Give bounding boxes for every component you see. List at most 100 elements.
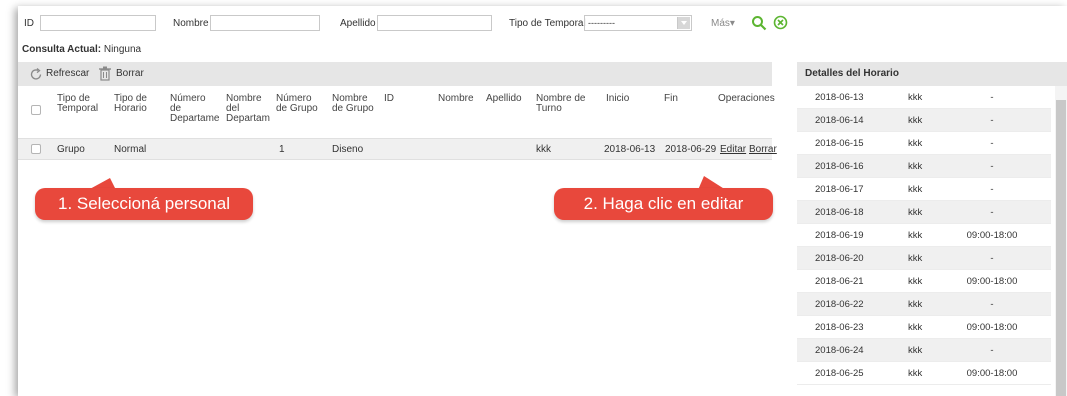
- tipo-temporal-select[interactable]: ---------: [584, 15, 692, 31]
- details-scrollbar[interactable]: [1055, 86, 1067, 396]
- detail-date: 2018-06-22: [815, 299, 864, 310]
- callout-click-edit: 2. Haga clic en editar: [554, 188, 773, 220]
- column-header-line: de Grupo: [332, 103, 374, 114]
- detail-time: -: [990, 161, 994, 172]
- cell-horario: Normal: [114, 144, 147, 155]
- column-header-line: Inicio: [606, 93, 630, 104]
- detail-turno: kkk: [908, 230, 923, 241]
- callout-select-personal: 1. Seleccioná personal: [35, 188, 253, 220]
- app-window: ID Nombre Apellido Tipo de Temporal ----…: [18, 6, 1067, 396]
- apellido-label: Apellido: [340, 18, 376, 29]
- column-header-line: Operaciones: [718, 93, 775, 104]
- column-header[interactable]: Apellido: [486, 94, 522, 104]
- detail-date: 2018-06-20: [815, 253, 864, 264]
- detail-time: -: [990, 138, 994, 149]
- tipo-temporal-value: ---------: [588, 18, 615, 28]
- column-header-line: Temporal: [57, 103, 99, 114]
- column-header-line: Horario: [114, 103, 147, 114]
- detail-time: 09:00-18:00: [966, 276, 1018, 287]
- detail-time: -: [990, 207, 994, 218]
- detail-time: 09:00-18:00: [966, 230, 1018, 241]
- schedule-detail-row: 2018-06-17 kkk -: [797, 178, 1051, 201]
- schedule-detail-row: 2018-06-19 kkk 09:00-18:00: [797, 224, 1051, 247]
- column-header-line: Departam: [226, 113, 270, 124]
- column-header[interactable]: Inicio: [606, 94, 629, 104]
- column-header[interactable]: Operaciones: [718, 94, 775, 104]
- id-label: ID: [24, 18, 34, 29]
- delete-button[interactable]: Borrar: [116, 68, 144, 79]
- edit-link[interactable]: Editar: [720, 144, 746, 155]
- schedule-detail-row: 2018-06-25 kkk 09:00-18:00: [797, 362, 1051, 385]
- detail-turno: kkk: [908, 345, 923, 356]
- detail-turno: kkk: [908, 92, 923, 103]
- refresh-button[interactable]: Refrescar: [46, 68, 89, 79]
- column-header-line: de Grupo: [276, 103, 318, 114]
- column-header-line: Apellido: [486, 93, 522, 104]
- schedule-detail-row: 2018-06-24 kkk -: [797, 339, 1051, 362]
- detail-time: 09:00-18:00: [966, 368, 1018, 379]
- detail-date: 2018-06-15: [815, 138, 864, 149]
- schedule-detail-row: 2018-06-16 kkk -: [797, 155, 1051, 178]
- nombre-input[interactable]: [210, 15, 320, 31]
- schedule-details-title: Detalles del Horario: [797, 62, 1067, 86]
- clear-filter-icon[interactable]: [773, 15, 788, 30]
- detail-date: 2018-06-25: [815, 368, 864, 379]
- column-header[interactable]: Fin: [664, 94, 678, 104]
- column-header[interactable]: Número de Departame: [170, 94, 219, 124]
- detail-date: 2018-06-24: [815, 345, 864, 356]
- detail-date: 2018-06-19: [815, 230, 864, 241]
- detail-date: 2018-06-23: [815, 322, 864, 333]
- column-header[interactable]: Tipo de Horario: [114, 94, 147, 114]
- detail-turno: kkk: [908, 115, 923, 126]
- detail-date: 2018-06-21: [815, 276, 864, 287]
- column-header[interactable]: Nombre de Turno: [536, 94, 585, 114]
- search-icon[interactable]: [751, 15, 767, 31]
- row-checkbox[interactable]: [31, 144, 41, 154]
- detail-turno: kkk: [908, 299, 923, 310]
- detail-turno: kkk: [908, 322, 923, 333]
- cell-num-grupo: 1: [279, 144, 285, 155]
- schedule-detail-row: 2018-06-21 kkk 09:00-18:00: [797, 270, 1051, 293]
- current-query-label: Consulta Actual:: [22, 44, 102, 55]
- apellido-input[interactable]: [377, 15, 492, 31]
- column-header-line: ID: [384, 93, 394, 104]
- schedule-detail-row: 2018-06-23 kkk 09:00-18:00: [797, 316, 1051, 339]
- trash-icon[interactable]: [98, 66, 112, 81]
- id-input[interactable]: [40, 15, 156, 31]
- column-header[interactable]: Número de Grupo: [276, 94, 318, 114]
- detail-time: -: [990, 92, 994, 103]
- schedule-detail-row: 2018-06-14 kkk -: [797, 109, 1051, 132]
- more-filters-button[interactable]: Más▾: [711, 18, 735, 29]
- column-header[interactable]: Nombre del Departam: [226, 94, 270, 124]
- detail-time: -: [990, 345, 994, 356]
- detail-time: 09:00-18:00: [966, 322, 1018, 333]
- schedule-details-panel: Detalles del Horario 2018-06-13 kkk -2018-…: [797, 62, 1067, 396]
- detail-time: -: [990, 184, 994, 195]
- nombre-label: Nombre: [173, 18, 209, 29]
- column-header[interactable]: Nombre de Grupo: [332, 94, 374, 114]
- column-header-line: Nombre: [438, 93, 474, 104]
- detail-turno: kkk: [908, 368, 923, 379]
- detail-turno: kkk: [908, 184, 923, 195]
- schedule-detail-row: 2018-06-20 kkk -: [797, 247, 1051, 270]
- refresh-icon[interactable]: [30, 68, 43, 81]
- detail-date: 2018-06-17: [815, 184, 864, 195]
- column-header[interactable]: ID: [384, 94, 394, 104]
- detail-time: -: [990, 299, 994, 310]
- column-header[interactable]: Nombre: [438, 94, 474, 104]
- table-row[interactable]: Grupo Normal 1 Diseno kkk 2018-06-13 201…: [18, 138, 777, 160]
- column-header-line: Turno: [536, 103, 562, 114]
- current-query: Consulta Actual: Ninguna: [22, 44, 141, 55]
- chevron-down-icon[interactable]: [677, 17, 690, 29]
- delete-row-link[interactable]: Borrar: [749, 144, 777, 155]
- cell-nombre-grupo: Diseno: [332, 144, 364, 155]
- column-header[interactable]: Tipo de Temporal: [57, 94, 98, 114]
- scrollbar-thumb[interactable]: [1056, 100, 1066, 396]
- detail-turno: kkk: [908, 253, 923, 264]
- detail-date: 2018-06-16: [815, 161, 864, 172]
- cell-tipo: Grupo: [57, 144, 85, 155]
- detail-turno: kkk: [908, 161, 923, 172]
- column-header-line: Fin: [664, 93, 678, 104]
- select-all-checkbox[interactable]: [31, 105, 41, 115]
- detail-turno: kkk: [908, 207, 923, 218]
